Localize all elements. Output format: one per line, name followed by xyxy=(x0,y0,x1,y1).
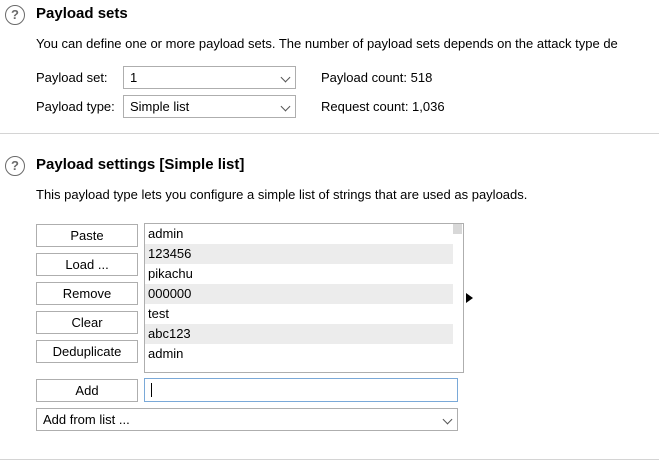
text-caret xyxy=(151,383,152,397)
clear-button[interactable]: Clear xyxy=(36,311,138,334)
payload-set-value: 1 xyxy=(130,70,138,85)
section-divider xyxy=(0,133,659,134)
chevron-down-icon xyxy=(280,72,291,83)
payload-settings-description: This payload type lets you configure a s… xyxy=(36,187,528,202)
remove-button[interactable]: Remove xyxy=(36,282,138,305)
list-scrollbar[interactable] xyxy=(453,224,463,372)
list-item[interactable]: 000000 xyxy=(145,284,463,304)
list-item[interactable]: abc123 xyxy=(145,324,463,344)
payload-type-label: Payload type: xyxy=(36,99,115,114)
payload-type-value: Simple list xyxy=(130,99,190,114)
chevron-down-icon xyxy=(280,101,291,112)
list-item[interactable]: test xyxy=(145,304,463,324)
payload-type-select[interactable]: Simple list xyxy=(123,95,296,118)
help-icon[interactable]: ? xyxy=(5,156,25,176)
load-button[interactable]: Load ... xyxy=(36,253,138,276)
arrow-right-icon[interactable] xyxy=(466,293,473,303)
add-from-list-select[interactable]: Add from list ... xyxy=(36,408,458,431)
section-divider xyxy=(0,459,659,460)
add-from-list-label: Add from list ... xyxy=(43,412,130,427)
payload-sets-title: Payload sets xyxy=(36,5,128,22)
payload-set-label: Payload set: xyxy=(36,70,108,85)
request-count: Request count: 1,036 xyxy=(321,99,445,114)
add-item-input[interactable] xyxy=(144,378,458,402)
payload-sets-description: You can define one or more payload sets.… xyxy=(36,36,618,51)
payload-list[interactable]: admin 123456 pikachu 000000 test abc123 … xyxy=(144,223,464,373)
payload-settings-title: Payload settings [Simple list] xyxy=(36,156,245,173)
list-item[interactable]: admin xyxy=(145,224,463,244)
list-item[interactable]: admin xyxy=(145,344,463,364)
payload-set-select[interactable]: 1 xyxy=(123,66,296,89)
paste-button[interactable]: Paste xyxy=(36,224,138,247)
payload-count: Payload count: 518 xyxy=(321,70,433,85)
deduplicate-button[interactable]: Deduplicate xyxy=(36,340,138,363)
chevron-down-icon xyxy=(442,414,453,425)
list-item[interactable]: 123456 xyxy=(145,244,463,264)
help-icon[interactable]: ? xyxy=(5,5,25,25)
list-item[interactable]: pikachu xyxy=(145,264,463,284)
scrollbar-thumb[interactable] xyxy=(453,224,462,234)
add-button[interactable]: Add xyxy=(36,379,138,402)
